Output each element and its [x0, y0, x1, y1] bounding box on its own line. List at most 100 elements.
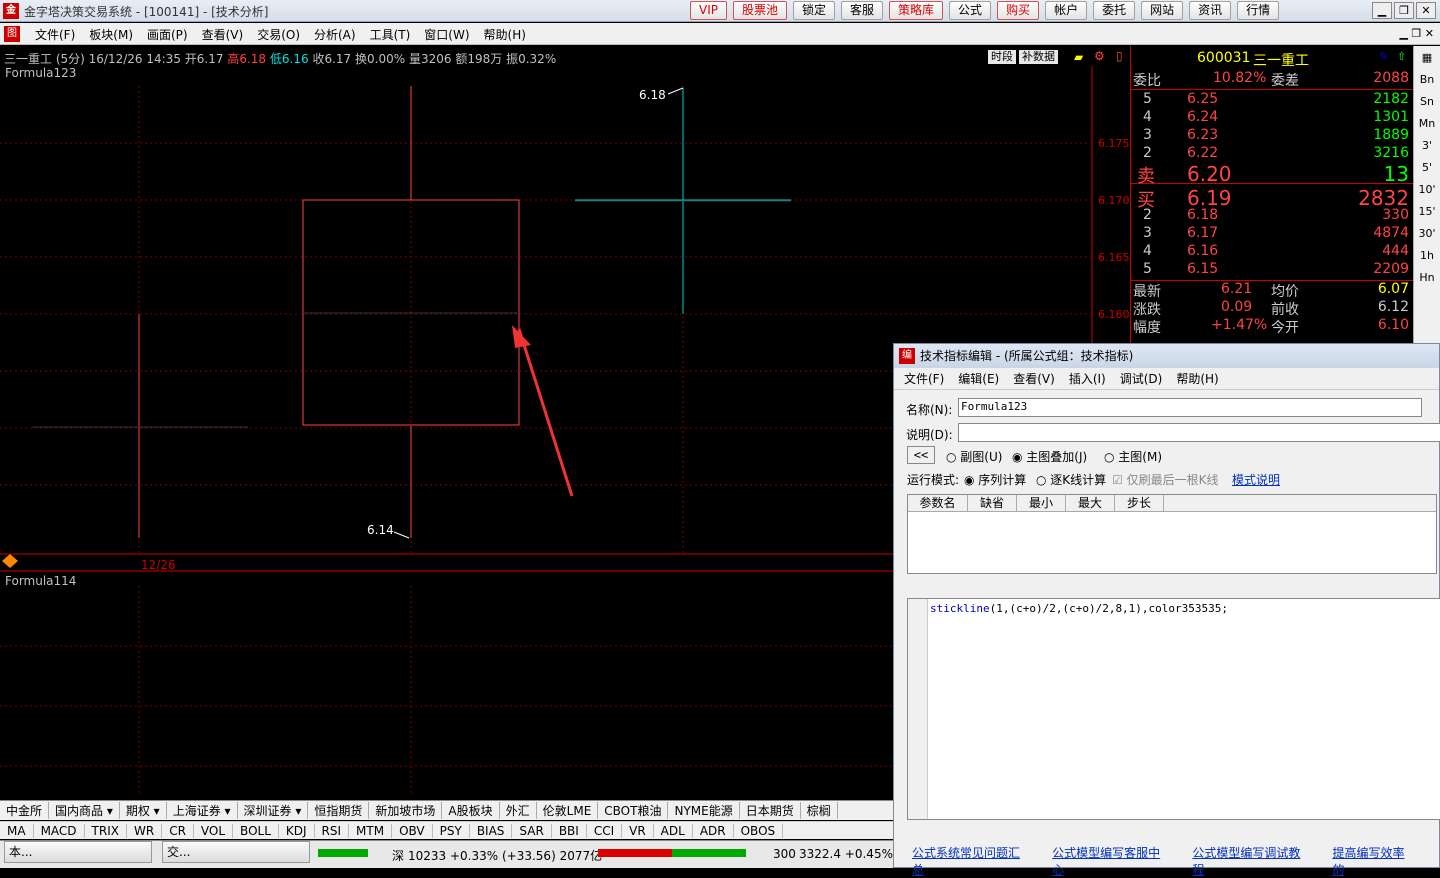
- formula-button[interactable]: 公式: [949, 1, 992, 20]
- pen-icon[interactable]: ✎: [1379, 50, 1388, 63]
- market-tab[interactable]: 恒指期货: [308, 802, 370, 819]
- help-link[interactable]: 公式模型编写调试教程: [1192, 844, 1304, 878]
- arrow-up-icon[interactable]: ⇧: [1397, 50, 1406, 63]
- menu-window[interactable]: 窗口(W): [424, 26, 469, 43]
- stock-pool-button[interactable]: 股票池: [732, 1, 787, 20]
- indicator-tab[interactable]: BIAS: [470, 823, 513, 838]
- market-tab[interactable]: 日本期货: [740, 802, 801, 819]
- market-tab[interactable]: 棕榈: [801, 802, 838, 819]
- multi-window-icon[interactable]: ▦: [1416, 48, 1438, 68]
- lock-button[interactable]: 锁定: [793, 1, 836, 20]
- name-input[interactable]: Formula123: [958, 398, 1422, 417]
- period-button[interactable]: Bn: [1416, 70, 1438, 90]
- buy-button[interactable]: 购买: [997, 1, 1040, 20]
- editor-menu-insert[interactable]: 插入(I): [1069, 370, 1106, 387]
- indicator-tab[interactable]: KDJ: [279, 823, 315, 838]
- market-tab[interactable]: 外汇: [500, 802, 537, 819]
- menu-analysis[interactable]: 分析(A): [314, 26, 356, 43]
- market-tab[interactable]: NYME能源: [668, 802, 740, 819]
- help-link[interactable]: 提高编写效率的: [1332, 844, 1411, 878]
- menu-view[interactable]: 查看(V): [202, 26, 244, 43]
- checkbox-last-bar[interactable]: ☑ 仅刷最后一根K线: [1112, 471, 1218, 488]
- news-button[interactable]: 资讯: [1189, 1, 1232, 20]
- diamond-icon[interactable]: [2, 554, 18, 568]
- help-link[interactable]: 公式系统常见问题汇总: [912, 844, 1024, 878]
- order-button[interactable]: 委托: [1093, 1, 1136, 20]
- period-button[interactable]: Hn: [1416, 268, 1438, 288]
- indicator-tab[interactable]: MA: [0, 823, 34, 838]
- restore-icon[interactable]: ❐: [1394, 2, 1414, 19]
- description-input[interactable]: [958, 423, 1440, 442]
- radio-subchart[interactable]: ○ 副图(U): [946, 448, 1002, 465]
- menu-trade[interactable]: 交易(O): [257, 26, 300, 43]
- market-tab[interactable]: CBOT粮油: [598, 802, 669, 819]
- indicator-tab[interactable]: OBV: [392, 823, 433, 838]
- market-button[interactable]: 行情: [1237, 1, 1280, 20]
- market-tab[interactable]: 新加坡市场: [369, 802, 443, 819]
- mode-help-link[interactable]: 模式说明: [1232, 471, 1280, 488]
- minimize-icon[interactable]: ▁: [1372, 2, 1392, 19]
- market-tab[interactable]: 上海证券 ▾: [167, 802, 238, 819]
- indicator-tab[interactable]: VOL: [194, 823, 234, 838]
- radio-main-overlay[interactable]: ◉ 主图叠加(J): [1012, 448, 1087, 465]
- menu-file[interactable]: 文件(F): [35, 26, 75, 43]
- account-button[interactable]: 帐户: [1045, 1, 1088, 20]
- period-button[interactable]: 5': [1416, 158, 1438, 178]
- editor-menu-file[interactable]: 文件(F): [904, 370, 944, 387]
- editor-titlebar[interactable]: 编 技术指标编辑 - (所属公式组：技术指标): [894, 344, 1439, 368]
- market-tab[interactable]: 深圳证券 ▾: [238, 802, 309, 819]
- period-button[interactable]: 3': [1416, 136, 1438, 156]
- editor-menu-help[interactable]: 帮助(H): [1176, 370, 1218, 387]
- mdi-controls[interactable]: ▁ ❐ ✕: [1399, 27, 1434, 40]
- indicator-tab[interactable]: TRIX: [85, 823, 127, 838]
- period-button[interactable]: Mn: [1416, 114, 1438, 134]
- market-tab[interactable]: 伦敦LME: [537, 802, 599, 819]
- market-tab[interactable]: A股板块: [442, 802, 500, 819]
- menu-view-page[interactable]: 画面(P): [147, 26, 188, 43]
- indicator-tab[interactable]: MACD: [34, 823, 85, 838]
- website-button[interactable]: 网站: [1141, 1, 1184, 20]
- radio-main[interactable]: ○ 主图(M): [1104, 448, 1162, 465]
- indicator-tab[interactable]: BOLL: [233, 823, 279, 838]
- taskbar-window[interactable]: 本...: [4, 841, 152, 863]
- vip-button[interactable]: VIP: [690, 1, 727, 20]
- indicator-tab[interactable]: SAR: [512, 823, 552, 838]
- indicator-tab[interactable]: PSY: [433, 823, 470, 838]
- help-link[interactable]: 公式模型编写客服中心: [1052, 844, 1164, 878]
- indicator-tab[interactable]: ADL: [654, 823, 693, 838]
- editor-menu-debug[interactable]: 调试(D): [1120, 370, 1163, 387]
- service-button[interactable]: 客服: [841, 1, 884, 20]
- indicator-tab[interactable]: CCI: [587, 823, 623, 838]
- close-icon[interactable]: ✕: [1416, 2, 1436, 19]
- taskbar-window[interactable]: 交...: [162, 841, 310, 863]
- radio-series[interactable]: ◉ 序列计算: [964, 471, 1026, 488]
- indicator-tab[interactable]: CR: [162, 823, 194, 838]
- menu-help[interactable]: 帮助(H): [484, 26, 526, 43]
- param-table[interactable]: 参数名 缺省 最小 最大 步长: [907, 494, 1437, 574]
- market-tab[interactable]: 国内商品 ▾: [49, 802, 120, 819]
- code-editor[interactable]: stickline(1,(c+o)/2,(c+o)/2,8,1),color35…: [907, 598, 1440, 820]
- radio-per-bar[interactable]: ○ 逐K线计算: [1036, 471, 1106, 488]
- strategy-button[interactable]: 策略库: [889, 1, 944, 20]
- market-tab[interactable]: 期权 ▾: [120, 802, 167, 819]
- editor-menu-edit[interactable]: 编辑(E): [958, 370, 999, 387]
- period-button[interactable]: 15': [1416, 202, 1438, 222]
- menu-tools[interactable]: 工具(T): [370, 26, 411, 43]
- period-button[interactable]: 1h: [1416, 246, 1438, 266]
- collapse-button[interactable]: <<: [907, 446, 935, 464]
- period-button[interactable]: Sn: [1416, 92, 1438, 112]
- indicator-tab[interactable]: MTM: [349, 823, 393, 838]
- menu-sector[interactable]: 板块(M): [89, 26, 133, 43]
- indicator-tab[interactable]: ADR: [693, 823, 734, 838]
- indicator-tabs: MA MACD TRIX WR CR VOL BOLL KDJ RSI MTM …: [0, 821, 893, 839]
- indicator-tab[interactable]: BBI: [552, 823, 587, 838]
- period-button[interactable]: 10': [1416, 180, 1438, 200]
- period-button[interactable]: 30': [1416, 224, 1438, 244]
- indicator-tab[interactable]: RSI: [315, 823, 350, 838]
- indicator-tab[interactable]: VR: [622, 823, 654, 838]
- editor-menu-view[interactable]: 查看(V): [1013, 370, 1055, 387]
- indicator-tab[interactable]: WR: [127, 823, 163, 838]
- code-text[interactable]: stickline(1,(c+o)/2,(c+o)/2,8,1),color35…: [930, 602, 1228, 615]
- indicator-tab[interactable]: OBOS: [734, 823, 784, 838]
- market-tab[interactable]: 中金所: [0, 802, 50, 819]
